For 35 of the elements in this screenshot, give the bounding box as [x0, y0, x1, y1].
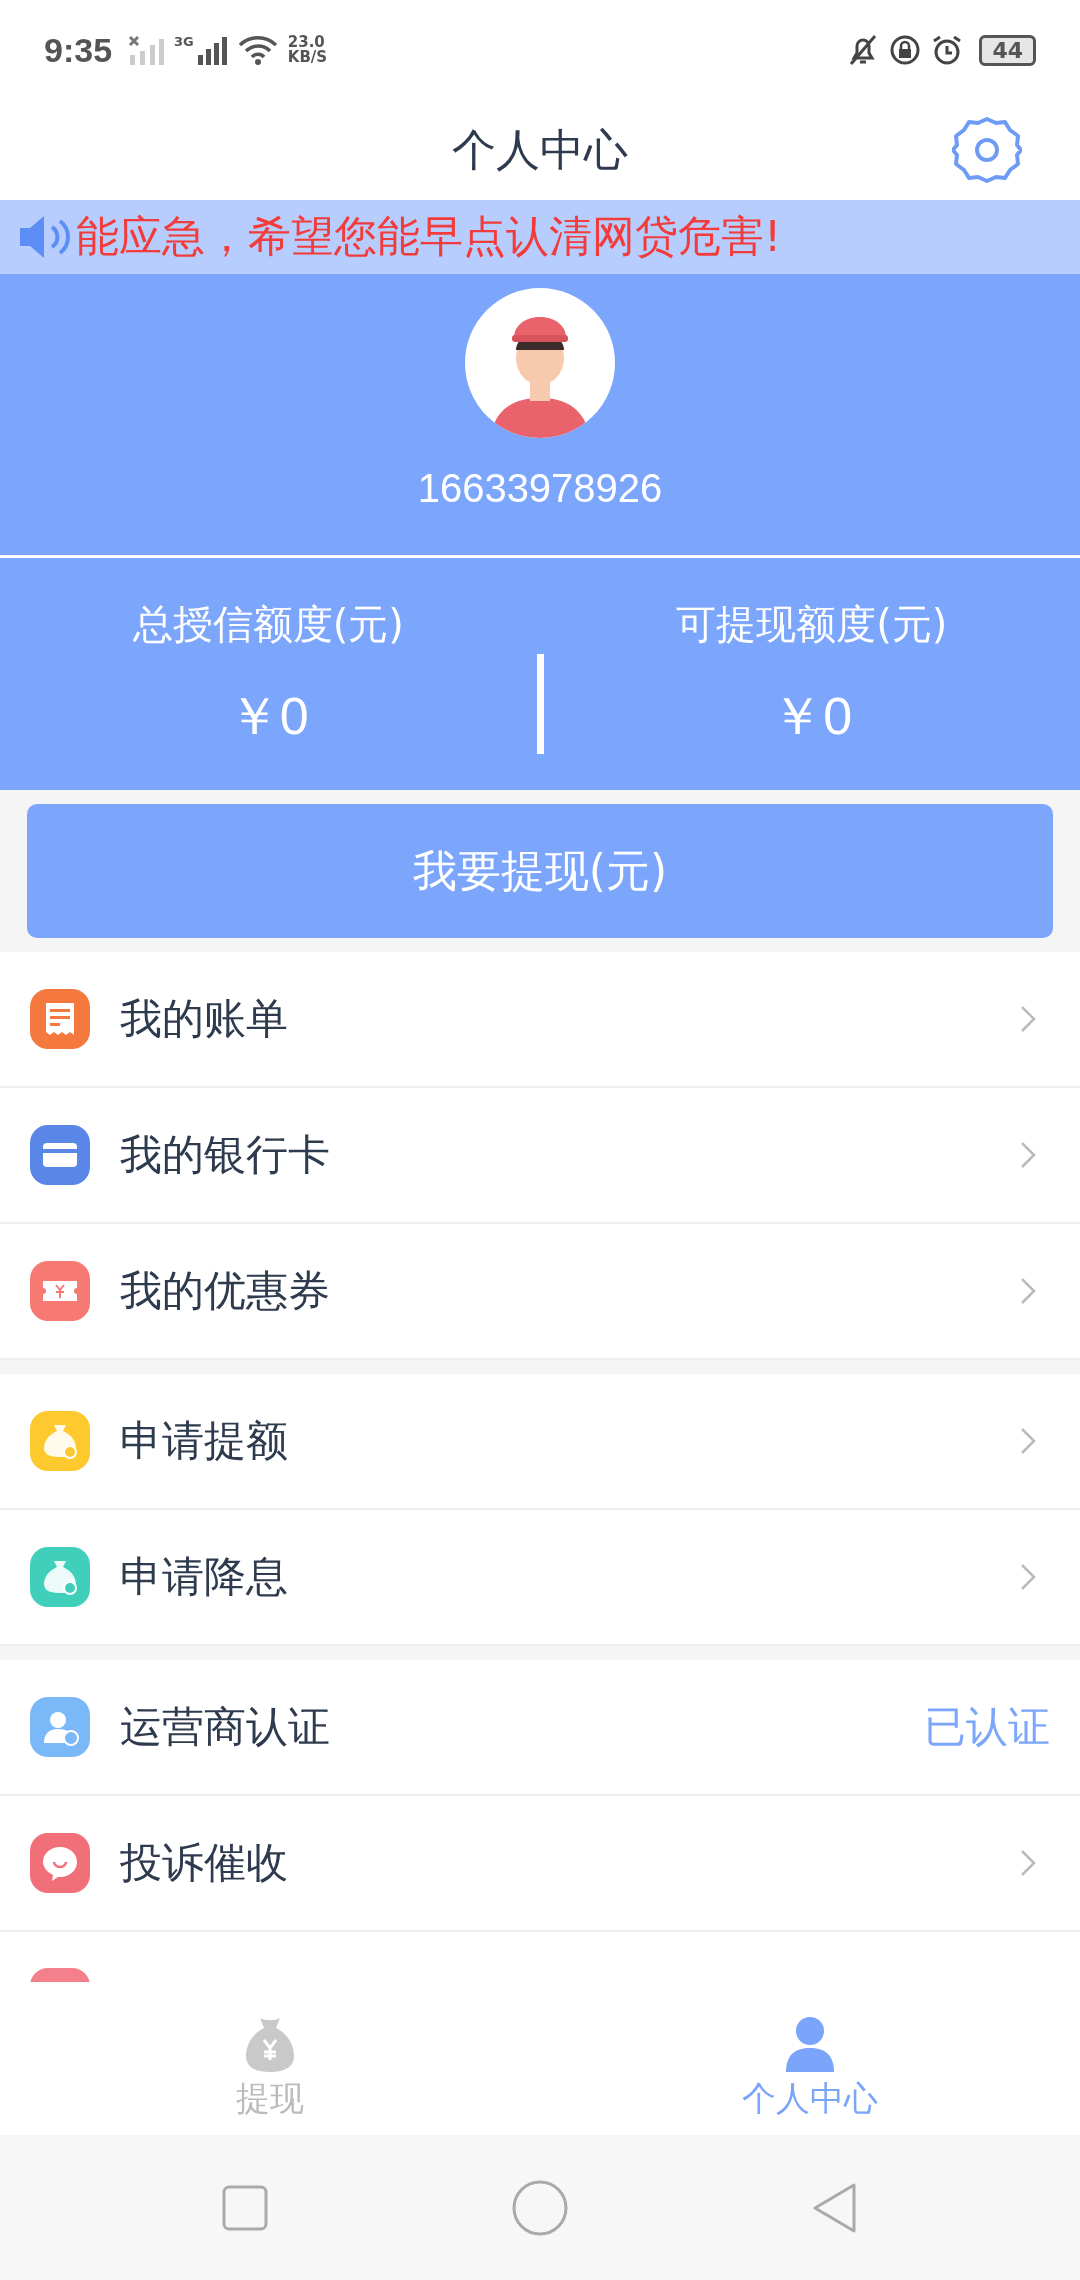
menu-label: 申请降息: [120, 1551, 288, 1603]
menu-label: 运营商认证: [120, 1701, 330, 1753]
speed-unit: KB/S: [287, 50, 328, 65]
page-title: 个人中心: [452, 122, 628, 177]
menu-label: 投诉催收: [120, 1837, 288, 1889]
menu-label: 申请提额: [120, 1415, 288, 1467]
chevron-icon: [1020, 1427, 1036, 1455]
recents-icon[interactable]: [222, 2184, 268, 2231]
chevron-icon: [1020, 1277, 1036, 1305]
notice-text: 能应急，希望您能早点认清网贷危害!: [76, 210, 782, 263]
chevron-icon: [1020, 1563, 1036, 1591]
battery-indicator: 44: [979, 34, 1036, 66]
rotation-lock-icon: [889, 34, 922, 66]
chevron-icon: [1020, 1849, 1036, 1877]
stat-value: ￥0: [771, 685, 853, 747]
signal-off-icon: [128, 35, 165, 65]
status-time: 9:35: [44, 30, 113, 70]
network-label: 3G: [174, 33, 194, 49]
stat-value: ￥0: [227, 685, 309, 747]
speed-value: 23.0: [287, 35, 325, 50]
wifi-icon: [237, 35, 278, 65]
stat-label: 总授信额度(元): [132, 599, 404, 649]
home-icon[interactable]: [512, 2179, 568, 2236]
menu-label: 我的优惠券: [120, 1265, 330, 1317]
menu-label: 我的银行卡: [120, 1129, 330, 1181]
stat-label: 可提现额度(元): [676, 599, 948, 649]
chevron-icon: [1020, 1005, 1036, 1033]
phone-number: 16633978926: [417, 466, 663, 511]
chevron-icon: [1020, 1141, 1036, 1169]
back-icon[interactable]: [812, 2181, 858, 2234]
signal-icon: [197, 35, 228, 65]
avatar-icon: [465, 288, 615, 438]
menu-label: 我的账单: [120, 993, 288, 1045]
settings-icon[interactable]: [952, 115, 1022, 185]
status-label: 已认证: [924, 1701, 1050, 1753]
